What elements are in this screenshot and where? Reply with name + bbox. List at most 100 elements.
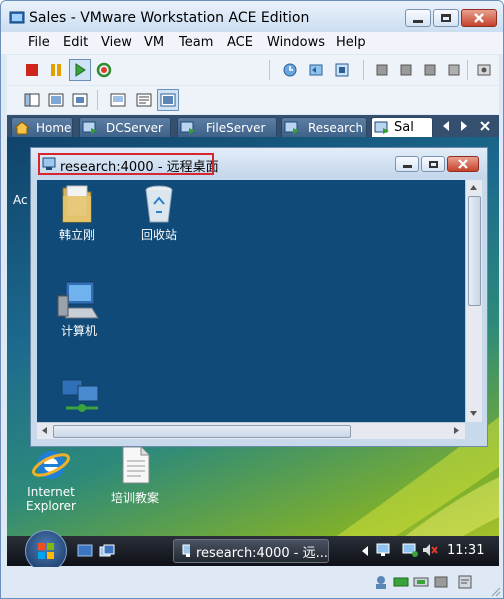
start-button[interactable] [25, 530, 67, 572]
close-icon [474, 13, 484, 23]
menu-file[interactable]: File [28, 35, 50, 50]
device-user-icon[interactable] [373, 574, 389, 590]
remote-desktop-area[interactable]: 韩立刚 回收站 计算机 [37, 180, 465, 422]
recycle-bin-icon [145, 185, 173, 223]
tab-sales[interactable]: Sal [371, 117, 433, 137]
vmware-app-icon [9, 11, 25, 24]
power-on-button[interactable] [69, 59, 91, 81]
minimize-button[interactable] [405, 9, 431, 27]
show-hidden-icons-icon[interactable] [361, 545, 369, 557]
horizontal-scrollbar[interactable] [37, 422, 465, 439]
team-icon [424, 64, 436, 76]
scroll-right-icon[interactable] [453, 426, 461, 435]
device-hdd-icon[interactable] [393, 574, 409, 590]
home-icon [14, 120, 30, 134]
window-title: Sales - VMware Workstation ACE Edition [29, 10, 310, 26]
desktop-icon-label: 培训教案 [110, 491, 159, 505]
summary-view-button[interactable] [133, 89, 155, 111]
close-icon [458, 159, 468, 169]
remote-desktop-icon [182, 544, 190, 557]
vmware-window: Sales - VMware Workstation ACE Edition F… [0, 0, 504, 599]
taskbar-task-label: research:4000 - 远... [195, 545, 328, 561]
snapshot-icon [283, 63, 297, 77]
screenshot-icon [477, 64, 491, 76]
vertical-scroll-thumb[interactable] [468, 196, 481, 306]
remote-desktop-title-bar[interactable]: research:4000 - 远程桌面 [31, 148, 487, 178]
tab-dcserver[interactable]: DCServer [79, 117, 171, 137]
vm-icon [82, 121, 97, 134]
volume-muted-icon[interactable] [421, 542, 439, 558]
full-screen-button[interactable] [45, 89, 67, 111]
vm-icon [374, 121, 389, 134]
remote-icon-computer[interactable]: 计算机 [49, 278, 109, 339]
scroll-left-icon[interactable] [40, 426, 48, 435]
stop-icon [26, 64, 38, 76]
desktop-icon-label: 韩立刚 [58, 228, 95, 242]
desktop-icon-document[interactable]: 培训教案 [103, 445, 167, 506]
show-desktop-button[interactable] [77, 544, 93, 561]
scroll-up-icon[interactable] [469, 183, 478, 191]
network-icon [61, 379, 99, 412]
rd-close-button[interactable] [447, 156, 479, 172]
menu-help[interactable]: Help [336, 35, 366, 50]
tab-fileserver[interactable]: FileServer [177, 117, 277, 137]
device-usb-icon[interactable] [433, 574, 449, 590]
tab-scroll-right-icon[interactable] [459, 120, 469, 132]
snapshot-manager-button[interactable] [331, 59, 353, 81]
refresh-icon [96, 62, 112, 78]
folder-icon [62, 185, 92, 223]
menu-windows[interactable]: Windows [267, 35, 325, 50]
scroll-down-icon[interactable] [469, 410, 478, 418]
close-button[interactable] [461, 9, 497, 27]
team-button-3[interactable] [419, 59, 441, 81]
snapshot-revert-button[interactable] [305, 59, 327, 81]
remote-icon-recycle-bin[interactable]: 回收站 [129, 182, 189, 243]
tab-research[interactable]: Research [281, 117, 367, 137]
team-icon [400, 64, 412, 76]
menu-edit[interactable]: Edit [63, 35, 88, 50]
vertical-scrollbar[interactable] [465, 180, 482, 422]
team-button-2[interactable] [395, 59, 417, 81]
maximize-button[interactable] [433, 9, 459, 27]
menu-team[interactable]: Team [179, 35, 213, 50]
menu-ace[interactable]: ACE [227, 35, 253, 50]
tab-label: Sal [394, 120, 414, 135]
device-network-icon[interactable] [413, 574, 429, 590]
taskbar-task-remote-desktop[interactable]: research:4000 - 远... [173, 539, 329, 563]
desktop-icon-label: Internet [27, 485, 75, 499]
menu-view[interactable]: View [101, 35, 132, 50]
reset-button[interactable] [93, 59, 115, 81]
clock: 11:31 [447, 543, 485, 558]
title-bar[interactable]: Sales - VMware Workstation ACE Edition [1, 1, 503, 35]
resize-grip-icon[interactable] [489, 585, 501, 597]
team-button-1[interactable] [371, 59, 393, 81]
network-status-tray-icon[interactable] [401, 542, 419, 558]
console-view-button[interactable] [107, 89, 129, 111]
appliance-view-icon [160, 93, 176, 107]
horizontal-scroll-thumb[interactable] [53, 425, 351, 438]
minimize-icon [413, 19, 423, 23]
maximize-icon [428, 160, 438, 168]
power-off-button[interactable] [21, 59, 43, 81]
team-button-4[interactable] [443, 59, 465, 81]
tab-scroll-left-icon[interactable] [441, 120, 451, 132]
remote-icon-user-folder[interactable]: 韩立刚 [47, 182, 107, 243]
quick-switch-button[interactable] [69, 89, 91, 111]
sidebar-toggle-button[interactable] [21, 89, 43, 111]
network-tray-icon[interactable] [375, 542, 393, 558]
snapshot-take-button[interactable] [279, 59, 301, 81]
switch-windows-button[interactable] [99, 544, 115, 561]
tab-label: FileServer [206, 120, 266, 135]
remote-icon-network[interactable] [51, 376, 111, 420]
message-log-icon[interactable] [457, 574, 473, 590]
rd-minimize-button[interactable] [395, 156, 419, 172]
appliance-view-button[interactable] [157, 89, 179, 111]
rd-maximize-button[interactable] [421, 156, 445, 172]
screenshot-button[interactable] [473, 59, 495, 81]
desktop-icon-ie[interactable]: Internet Explorer [21, 445, 81, 513]
tab-home[interactable]: Home [11, 117, 73, 137]
menu-vm[interactable]: VM [144, 35, 164, 50]
tab-close-icon[interactable] [479, 120, 491, 132]
suspend-button[interactable] [45, 59, 67, 81]
remote-desktop-window: research:4000 - 远程桌面 韩立刚 回收站 计算机 [30, 147, 488, 447]
